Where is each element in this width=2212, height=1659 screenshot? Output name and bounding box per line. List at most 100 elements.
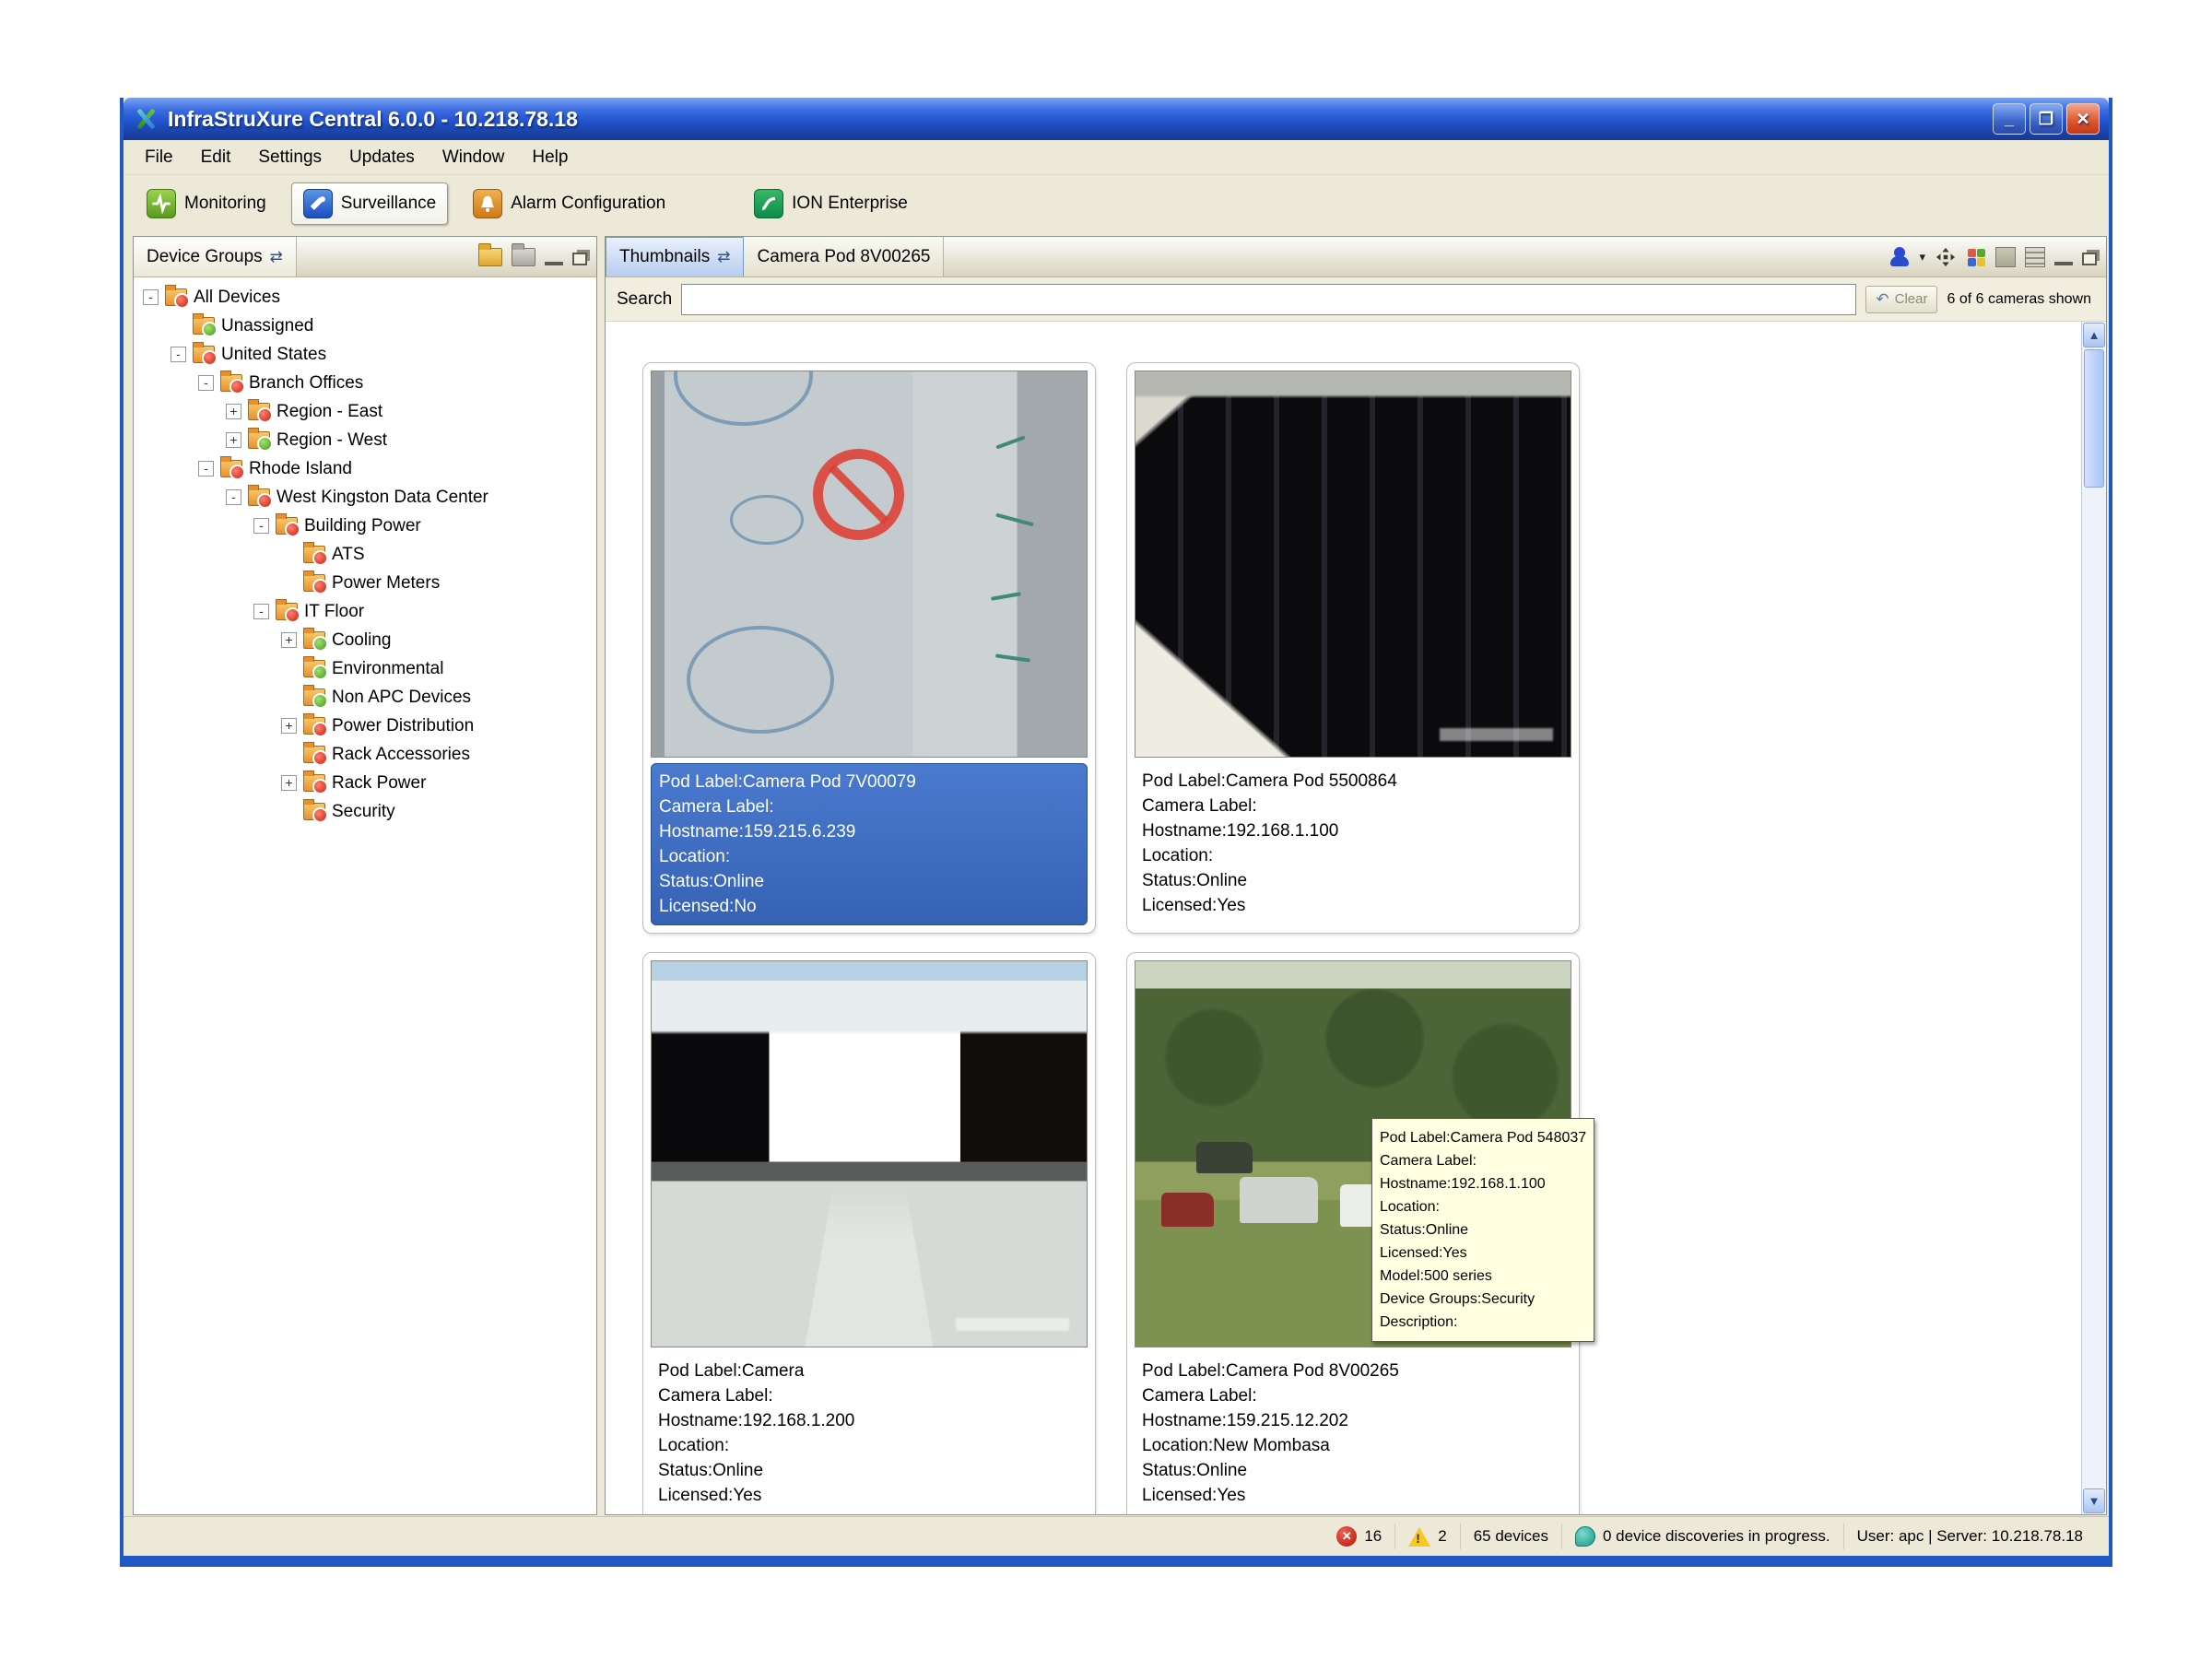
device-group-folder-icon xyxy=(303,803,325,820)
maximize-panel-icon[interactable] xyxy=(572,253,587,265)
camera-caption: Pod Label:Camera Pod 5500864 Camera Labe… xyxy=(1135,763,1571,924)
tree-toggle-icon[interactable]: - xyxy=(198,375,214,391)
tree-item-label: Region - West xyxy=(276,430,387,451)
menu-updates[interactable]: Updates xyxy=(335,143,429,172)
device-group-actions-icon[interactable] xyxy=(512,248,535,266)
tree-item-power-meters[interactable]: Power Meters xyxy=(134,569,596,597)
close-window-icon[interactable]: ✕ xyxy=(2066,103,2100,135)
view-switch-icon: ⇄ xyxy=(717,248,730,266)
minimize-panel-icon[interactable] xyxy=(545,249,563,265)
tree-toggle-icon[interactable]: + xyxy=(281,718,297,734)
camera-snapshot xyxy=(651,371,1088,758)
tree-toggle-icon[interactable]: - xyxy=(143,289,159,305)
error-status[interactable]: ✕ 16 xyxy=(1324,1524,1394,1549)
tree-item-environmental[interactable]: Environmental xyxy=(134,654,596,683)
camera-card-7V00079[interactable]: Pod Label:Camera Pod 7V00079 Camera Labe… xyxy=(642,362,1096,934)
menu-window[interactable]: Window xyxy=(429,143,519,172)
alarm-configuration-button[interactable]: Alarm Configuration xyxy=(461,182,677,225)
tree-item-label: IT Floor xyxy=(304,602,364,622)
grid-view-icon[interactable] xyxy=(1995,247,2016,267)
vertical-scrollbar[interactable]: ▲ ▼ xyxy=(2081,322,2106,1514)
tree-toggle-icon[interactable]: - xyxy=(226,489,241,505)
location: Location: xyxy=(659,844,1079,869)
device-group-folder-icon xyxy=(303,546,325,563)
tree-item-rhode-island[interactable]: -Rhode Island xyxy=(134,454,596,483)
clear-button[interactable]: ↶ Clear xyxy=(1865,286,1937,313)
tree-item-all-devices[interactable]: -All Devices xyxy=(134,283,596,312)
tree-toggle-icon[interactable]: + xyxy=(226,404,241,419)
minimize-panel-icon[interactable] xyxy=(2054,249,2073,265)
tree-item-united-states[interactable]: -United States xyxy=(134,340,596,369)
warning-status[interactable]: 2 xyxy=(1394,1524,1459,1549)
tree-item-non-apc-devices[interactable]: Non APC Devices xyxy=(134,683,596,712)
monitoring-button[interactable]: Monitoring xyxy=(135,182,278,225)
minimize-window-icon[interactable]: _ xyxy=(1993,103,2026,135)
list-view-icon[interactable] xyxy=(2025,247,2045,267)
fullscreen-icon[interactable] xyxy=(1935,247,1957,267)
restore-panel-icon[interactable] xyxy=(2082,253,2097,265)
tree-toggle-icon[interactable]: - xyxy=(253,518,269,534)
perspective-toolbar: Monitoring Surveillance Alarm Configurat… xyxy=(124,175,2109,232)
camera-label: Camera Label: xyxy=(1142,794,1564,818)
tree-item-west-kingston-data-center[interactable]: -West Kingston Data Center xyxy=(134,483,596,512)
menu-file[interactable]: File xyxy=(131,143,187,172)
scroll-down-icon[interactable]: ▼ xyxy=(2083,1488,2105,1513)
color-settings-icon[interactable] xyxy=(1966,247,1986,267)
tree-item-it-floor[interactable]: - IT Floor xyxy=(134,597,596,626)
menu-edit[interactable]: Edit xyxy=(187,143,245,172)
tab-thumbnails[interactable]: Thumbnails ⇄ xyxy=(606,237,744,276)
device-group-folder-icon xyxy=(248,488,270,506)
licensed: Licensed:No xyxy=(659,894,1079,919)
tree-item-region-west[interactable]: + Region - West xyxy=(134,426,596,454)
camera-user-icon[interactable] xyxy=(1889,247,1910,267)
surveillance-button[interactable]: Surveillance xyxy=(291,182,449,225)
device-group-folder-icon xyxy=(248,403,270,420)
tab-camera-pod[interactable]: Camera Pod 8V00265 xyxy=(744,237,944,276)
tree-item-rack-accessories[interactable]: Rack Accessories xyxy=(134,740,596,769)
scrollbar-thumb[interactable] xyxy=(2084,349,2104,488)
menu-settings[interactable]: Settings xyxy=(244,143,335,172)
tree-toggle-icon[interactable]: + xyxy=(281,775,297,791)
camera-card-camera[interactable]: Pod Label:Camera Camera Label: Hostname:… xyxy=(642,952,1096,1514)
tooltip-licensed: Licensed:Yes xyxy=(1380,1241,1586,1265)
tree-item-building-power[interactable]: -Building Power xyxy=(134,512,596,540)
device-group-folder-icon xyxy=(303,660,325,677)
tree-item-region-east[interactable]: +Region - East xyxy=(134,397,596,426)
tooltip-model: Model:500 series xyxy=(1380,1265,1586,1288)
tree-item-ats[interactable]: ATS xyxy=(134,540,596,569)
tree-toggle-icon[interactable]: - xyxy=(171,347,186,362)
tooltip-camera-label: Camera Label: xyxy=(1380,1149,1586,1172)
status: Status:Online xyxy=(1142,1458,1564,1483)
tab-camera-pod-label: Camera Pod 8V00265 xyxy=(757,247,930,267)
menu-help[interactable]: Help xyxy=(518,143,582,172)
scroll-up-icon[interactable]: ▲ xyxy=(2083,323,2105,347)
tree-toggle-icon[interactable]: - xyxy=(253,604,269,619)
restore-window-icon[interactable]: ❐ xyxy=(2030,103,2063,135)
tree-item-branch-offices[interactable]: -Branch Offices xyxy=(134,369,596,397)
device-group-folder-icon xyxy=(165,288,187,306)
camera-card-5500864[interactable]: Pod Label:Camera Pod 5500864 Camera Labe… xyxy=(1126,362,1580,934)
tree-item-cooling[interactable]: + Cooling xyxy=(134,626,596,654)
user-server-info: User: apc | Server: 10.218.78.18 xyxy=(1843,1524,2096,1549)
tree-toggle-icon[interactable]: + xyxy=(226,432,241,448)
tree-item-label: Cooling xyxy=(332,630,391,651)
tree-toggle-icon[interactable]: - xyxy=(198,461,214,477)
title-bar[interactable]: InfraStruXure Central 6.0.0 - 10.218.78.… xyxy=(124,98,2109,140)
tree-item-power-distribution[interactable]: +Power Distribution xyxy=(134,712,596,740)
tree-item-security[interactable]: Security xyxy=(134,797,596,826)
create-device-group-icon[interactable] xyxy=(478,248,502,266)
device-group-folder-icon xyxy=(303,774,325,792)
tree-toggle-icon[interactable]: + xyxy=(281,632,297,648)
hostname: Hostname:192.168.1.200 xyxy=(658,1408,1080,1433)
screen: InfraStruXure Central 6.0.0 - 10.218.78.… xyxy=(0,0,2212,1659)
discovery-status[interactable]: 0 device discoveries in progress. xyxy=(1561,1524,1843,1549)
ion-enterprise-button[interactable]: ION Enterprise xyxy=(742,182,920,225)
tree-item-rack-power[interactable]: +Rack Power xyxy=(134,769,596,797)
dropdown-arrow-icon[interactable]: ▾ xyxy=(1919,250,1925,265)
app-window: InfraStruXure Central 6.0.0 - 10.218.78.… xyxy=(120,98,2112,1567)
device-groups-tab[interactable]: Device Groups ⇄ xyxy=(134,237,297,276)
search-input[interactable] xyxy=(681,284,1856,315)
licensed: Licensed:Yes xyxy=(1142,893,1564,918)
camera-snapshot xyxy=(1135,371,1571,758)
tree-item-unassigned[interactable]: Unassigned xyxy=(134,312,596,340)
